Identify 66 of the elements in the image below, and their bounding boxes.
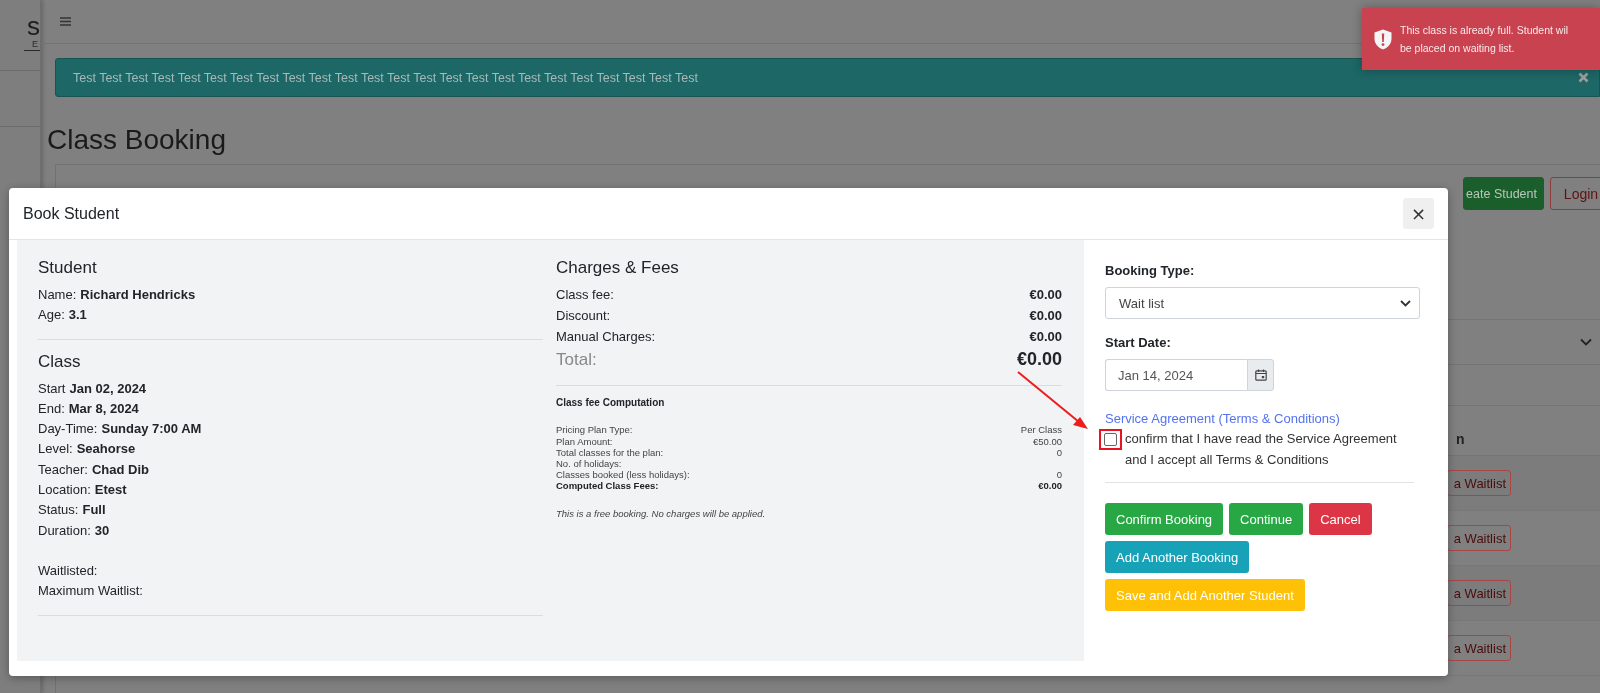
agreement-text: confirm that I have read the Service Agreement and I accept all Terms & Conditions [1125, 430, 1398, 469]
shield-alert-icon [1374, 28, 1392, 50]
section-heading: Student [38, 257, 98, 279]
info-line: Start Jan 02, 2024 [38, 379, 148, 398]
computation-label: No. of holidays: [556, 458, 622, 470]
checkbox[interactable] [1104, 433, 1117, 446]
info-line: Age: 3.1 [38, 306, 88, 325]
terms-link[interactable]: Service Agreement (Terms & Conditions) [1105, 411, 1428, 426]
calendar-icon [1254, 369, 1267, 381]
info-line: Duration: 30 [38, 521, 111, 540]
logo-subtext: E [24, 39, 40, 51]
field-label: Booking Type: [1105, 263, 1196, 278]
cancel-button[interactable]: Cancel [1309, 503, 1372, 535]
chevron-down-icon [1400, 299, 1411, 307]
fee-amount: €0.00 [1029, 327, 1062, 346]
select-value: Wait list [1119, 295, 1165, 311]
info-line: Name: Richard Hendricks [38, 286, 197, 304]
toast-message: be placed on waiting list. [1400, 41, 1516, 56]
computation-label: Plan Amount: [556, 435, 613, 447]
menu-icon[interactable] [60, 17, 71, 26]
page-title: Class Booking [47, 123, 227, 157]
login-button[interactable]: Login [1550, 177, 1600, 210]
computation-value: 0 [1056, 446, 1062, 458]
fee-label: Manual Charges: [556, 327, 655, 346]
computation-value: €0.00 [1038, 480, 1062, 492]
note-text: This is a free booking. No charges will be applied. [556, 507, 767, 519]
computation-label: Computed Class Fees: [556, 480, 659, 492]
fee-amount: €0.00 [1029, 286, 1062, 304]
close-button[interactable]: × [1403, 198, 1434, 229]
computation-value: €50.00 [1032, 435, 1062, 447]
confirm-button[interactable]: Confirm Booking [1105, 503, 1224, 535]
date-field[interactable]: Jan 14, 2024 [1105, 359, 1247, 391]
column-header: n [1456, 431, 1465, 447]
info-line: Waitlisted: [38, 561, 99, 580]
total-amount: €0.00 [1016, 348, 1062, 372]
fee-amount: €0.00 [1029, 306, 1062, 325]
info-line: Maximum Waitlist: [38, 582, 144, 601]
alert-text: Test Test Test Test Test Test Test Test Test Test Test Test Test Test Test Test Test Test Test Test Test Test Test Test [73, 70, 698, 85]
computation-label: Classes booked (less holidays): [556, 469, 690, 481]
info-line: Day-Time: Sunday 7:00 AM [38, 420, 203, 439]
total-label: Total: [556, 349, 597, 372]
info-line: Location: Etest [38, 481, 128, 500]
info-line: Teacher: Chad Dib [38, 460, 150, 479]
field-label: Start Date: [1105, 335, 1172, 350]
computation-label: Pricing Plan Type: [556, 424, 633, 436]
toast-message: This class is already full. Student wil [1400, 23, 1569, 38]
computation-heading: Class fee Computation [556, 397, 666, 409]
booking-type-select[interactable]: Wait list [1105, 287, 1420, 319]
section-heading: Class [38, 350, 82, 373]
computation-value: Per Class [1020, 424, 1062, 436]
create-student-button[interactable]: eate Student [1463, 177, 1544, 210]
logo-text: s [27, 13, 40, 39]
section-heading: Charges & Fees [556, 257, 680, 279]
computation-value: 0 [1056, 469, 1062, 481]
calendar-button[interactable] [1247, 359, 1274, 391]
info-line: Status: Full [38, 501, 107, 520]
info-line: Level: Seahorse [38, 440, 137, 459]
add-booking-button[interactable]: Add Another Booking [1105, 541, 1250, 573]
modal-title: Book Student [23, 204, 120, 223]
chevron-down-icon[interactable] [1580, 338, 1592, 346]
close-icon[interactable] [1578, 72, 1589, 83]
confirm-button[interactable]: Continue [1229, 503, 1304, 535]
computation-label: Total classes for the plan: [556, 446, 664, 458]
fee-label: Class fee: [556, 286, 614, 304]
fee-label: Discount: [556, 306, 611, 325]
info-line: End: Mar 8, 2024 [38, 399, 140, 418]
